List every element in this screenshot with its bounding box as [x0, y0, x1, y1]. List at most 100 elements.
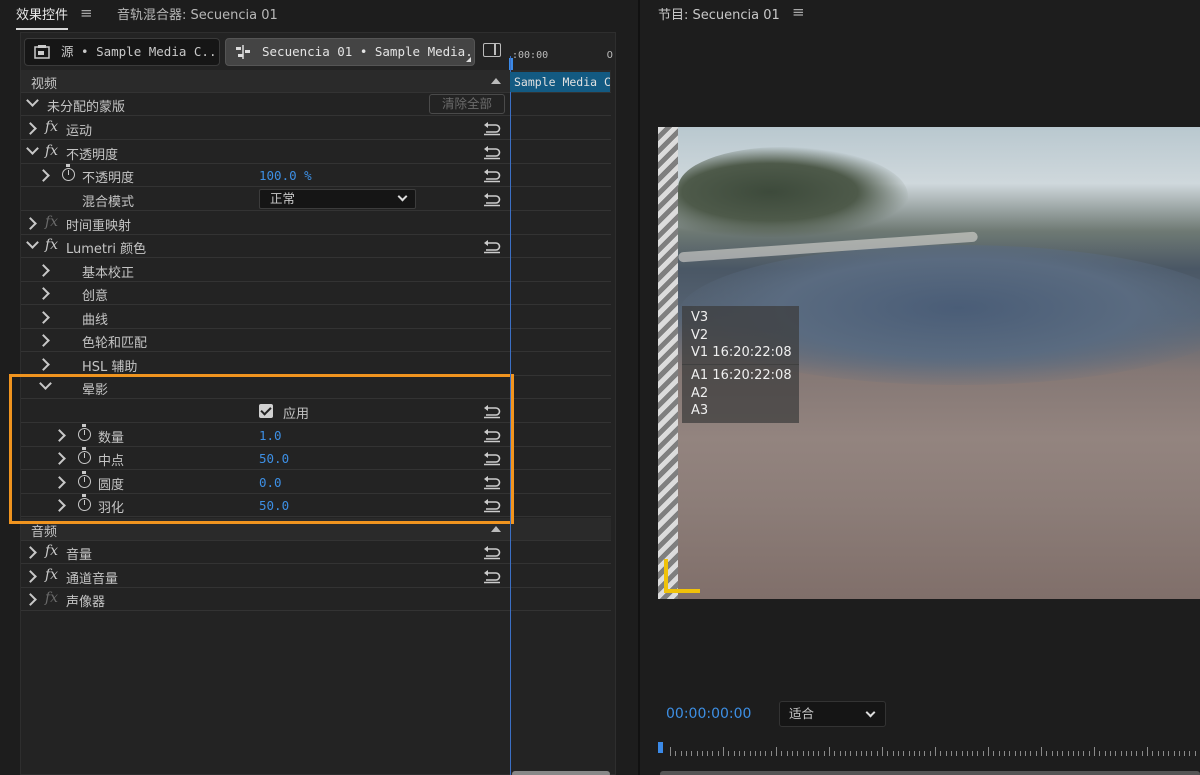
zoom-fit-dropdown[interactable]: 适合 — [779, 701, 886, 727]
effect-lumetri-label: Lumetri 颜色 — [66, 242, 147, 257]
ruler-tick — [1025, 751, 1027, 756]
stopwatch-icon[interactable] — [78, 494, 91, 511]
chevron-right-icon[interactable] — [37, 334, 50, 347]
clear-all-button[interactable]: 清除全部 — [429, 94, 505, 114]
ruler-tick — [1109, 751, 1111, 756]
source-clip-button[interactable]: 源 • Sample Media C... — [24, 38, 220, 66]
chevron-down-icon[interactable] — [26, 94, 39, 107]
panel-divider[interactable] — [638, 0, 640, 775]
effect-panner-label: 声像器 — [66, 595, 106, 610]
ruler-tick — [929, 751, 931, 756]
chevron-right-icon[interactable] — [37, 358, 50, 371]
timeline-clip[interactable]: Sample Media C — [510, 72, 610, 92]
vignette-amount-value[interactable]: 1.0 — [259, 428, 282, 443]
fx-icon[interactable]: fx — [45, 543, 58, 559]
fx-icon[interactable]: fx — [45, 143, 58, 159]
fx-icon[interactable]: fx — [45, 237, 58, 253]
vignette-apply-checkbox[interactable] — [259, 404, 273, 418]
reset-icon[interactable] — [483, 427, 501, 443]
ruler-tick — [1072, 751, 1074, 756]
toggle-timeline-view-icon[interactable] — [483, 43, 501, 57]
ruler-tick — [1115, 751, 1117, 756]
ruler-tick — [1194, 751, 1196, 756]
ruler-tick — [1173, 751, 1175, 756]
opacity-value[interactable]: 100.0 % — [259, 168, 312, 183]
chevron-right-icon[interactable] — [37, 169, 50, 182]
reset-icon[interactable] — [483, 497, 501, 513]
panel-menu-icon[interactable]: ≡ — [80, 4, 93, 22]
vignette-roundness-label: 圆度 — [98, 478, 125, 493]
effect-motion-label: 运动 — [66, 124, 93, 139]
timeline-end-time: 0 — [606, 50, 613, 61]
reset-icon[interactable] — [483, 167, 501, 183]
program-video-frame[interactable]: V3 V2 V1 16:20:22:08 A1 16:20:22:08 A2 A… — [658, 127, 1200, 599]
chevron-right-icon[interactable] — [24, 570, 37, 583]
zoom-fit-value: 适合 — [789, 706, 815, 721]
reset-icon[interactable] — [483, 544, 501, 560]
chevron-right-icon[interactable] — [24, 122, 37, 135]
ruler-tick — [1131, 751, 1133, 756]
program-time-ruler[interactable] — [658, 742, 1200, 756]
collapse-up-icon[interactable] — [491, 526, 501, 532]
lumetri-creative-label: 创意 — [82, 289, 109, 304]
program-scrollbar[interactable] — [660, 771, 1200, 775]
source-clip-icon — [34, 45, 50, 59]
timeline-scrollbar[interactable] — [512, 771, 610, 775]
ruler-tick — [1078, 751, 1080, 756]
tab-effect-controls[interactable]: 效果控件 — [16, 4, 69, 30]
vignette-midpoint-value[interactable]: 50.0 — [259, 451, 289, 466]
reset-icon[interactable] — [483, 474, 501, 490]
reset-icon[interactable] — [483, 568, 501, 584]
chevron-right-icon[interactable] — [37, 311, 50, 324]
chevron-right-icon[interactable] — [24, 593, 37, 606]
playhead-icon[interactable] — [658, 742, 663, 753]
panel-menu-icon[interactable]: ≡ — [792, 3, 805, 21]
chevron-right-icon[interactable] — [53, 452, 66, 465]
reset-icon[interactable] — [483, 403, 501, 419]
ruler-tick — [1056, 751, 1058, 756]
collapse-up-icon[interactable] — [491, 78, 501, 84]
reset-icon[interactable] — [483, 120, 501, 136]
ruler-tick — [892, 751, 894, 756]
reset-icon[interactable] — [483, 144, 501, 160]
chevron-right-icon[interactable] — [53, 476, 66, 489]
ruler-tick — [972, 751, 974, 756]
chevron-right-icon[interactable] — [24, 217, 37, 230]
chevron-right-icon[interactable] — [37, 264, 50, 277]
ruler-tick — [993, 751, 995, 756]
chevron-right-icon[interactable] — [53, 429, 66, 442]
stopwatch-icon[interactable] — [78, 424, 91, 441]
ruler-tick — [760, 751, 762, 756]
vignette-roundness-value[interactable]: 0.0 — [259, 475, 282, 490]
ruler-tick — [1178, 751, 1180, 756]
chevron-right-icon[interactable] — [53, 499, 66, 512]
stopwatch-icon[interactable] — [78, 447, 91, 464]
chevron-right-icon[interactable] — [24, 546, 37, 559]
ruler-tick — [712, 751, 714, 756]
stopwatch-icon[interactable] — [62, 164, 75, 181]
tab-audio-mixer[interactable]: 音轨混合器: Secuencia 01 — [117, 4, 278, 23]
fx-icon[interactable]: fx — [45, 567, 58, 583]
vignette-feather-value[interactable]: 50.0 — [259, 498, 289, 513]
chevron-down-icon — [865, 707, 876, 718]
sequence-clip-button[interactable]: Secuencia 01 • Sample Media... — [225, 38, 475, 66]
chevron-down-icon[interactable] — [26, 142, 39, 155]
blend-mode-dropdown[interactable]: 正常 — [259, 189, 416, 209]
reset-icon[interactable] — [483, 191, 501, 207]
fx-icon[interactable]: fx — [45, 119, 58, 135]
overlay-track-v2: V2 — [691, 327, 709, 343]
playhead-timecode[interactable]: 00:00:00:00 — [666, 706, 751, 722]
chevron-right-icon[interactable] — [37, 287, 50, 300]
program-monitor-title[interactable]: 节目: Secuencia 01 — [658, 4, 780, 23]
effect-controls-timeline[interactable]: :00:00 0 Sample Media C — [509, 44, 613, 775]
ruler-tick — [1019, 751, 1021, 756]
ruler-tick — [691, 751, 693, 756]
chevron-down-icon[interactable] — [39, 377, 52, 390]
stopwatch-icon[interactable] — [78, 471, 91, 488]
reset-icon[interactable] — [483, 238, 501, 254]
reset-icon[interactable] — [483, 450, 501, 466]
fx-icon: fx — [45, 590, 59, 606]
ruler-tick — [754, 751, 756, 756]
chevron-down-icon[interactable] — [26, 236, 39, 249]
ruler-tick — [850, 751, 852, 756]
